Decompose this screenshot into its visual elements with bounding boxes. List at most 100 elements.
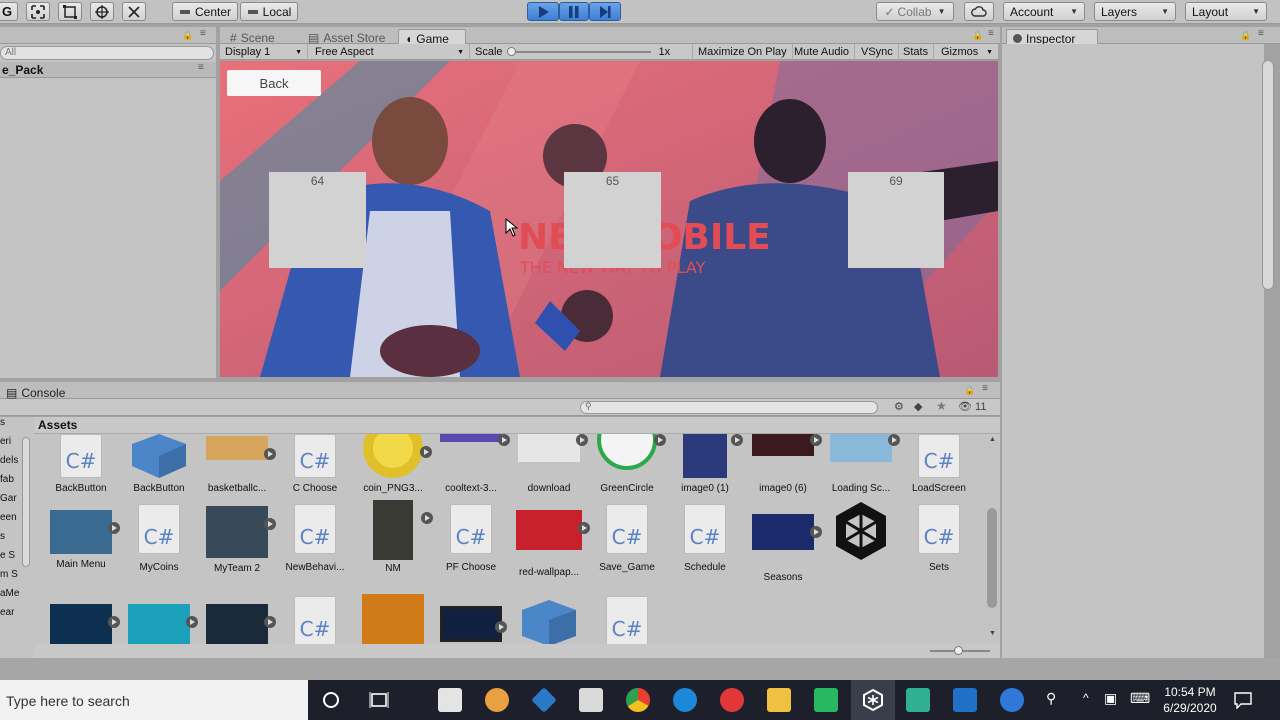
- asset-basketball-court[interactable]: basketballc...: [198, 434, 276, 494]
- folder-tree-item[interactable]: e S: [0, 550, 15, 561]
- teal-app-icon[interactable]: [906, 688, 930, 712]
- panel-menu-icon[interactable]: ≡: [988, 28, 994, 39]
- aspect-dropdown[interactable]: Free Aspect ▼: [310, 44, 470, 60]
- notes-app-icon[interactable]: [438, 688, 462, 712]
- transform-tool-icon[interactable]: [90, 2, 114, 21]
- team-panel-69[interactable]: 69: [848, 172, 944, 268]
- hierarchy-scene-row[interactable]: e_Pack ≡: [0, 62, 216, 78]
- icon-size-slider[interactable]: [930, 646, 990, 655]
- panel-menu-icon[interactable]: ≡: [982, 383, 988, 394]
- panel-menu-icon[interactable]: ≡: [1258, 28, 1264, 39]
- clock[interactable]: 10:54 PM 6/29/2020: [1152, 684, 1228, 716]
- asset-schedule[interactable]: C# Schedule: [666, 504, 744, 573]
- file-explorer-icon[interactable]: [767, 688, 791, 712]
- asset-coin-png[interactable]: coin_PNG3...: [354, 434, 432, 494]
- folder-tree-item[interactable]: aMe: [0, 588, 19, 599]
- inspector-scrollbar[interactable]: [1262, 60, 1274, 290]
- asset-seasons[interactable]: Seasons: [744, 514, 822, 583]
- vsync-toggle[interactable]: VSync: [856, 44, 899, 60]
- keyboard-icon[interactable]: ⌨: [1130, 690, 1150, 707]
- folder-tree-item[interactable]: eri: [0, 436, 11, 447]
- assets-scrollbar-thumb[interactable]: [987, 508, 997, 608]
- asset-c-choose[interactable]: C# C Choose: [276, 434, 354, 494]
- hierarchy-search-input[interactable]: All: [0, 46, 214, 60]
- rect-tool-icon[interactable]: [58, 2, 82, 21]
- folder-tree-item[interactable]: s: [0, 417, 5, 428]
- pause-button[interactable]: [559, 2, 589, 21]
- asset-image0-6[interactable]: image0 (6): [744, 434, 822, 494]
- asset-row3-image-2[interactable]: [120, 604, 198, 644]
- folder-tree-item[interactable]: een: [0, 512, 17, 523]
- task-view-icon[interactable]: [369, 691, 389, 709]
- view-tool-icon[interactable]: G: [0, 2, 18, 21]
- back-button[interactable]: Back: [227, 70, 321, 96]
- filter-type-icon[interactable]: ⚙: [894, 400, 904, 413]
- asset-save-game[interactable]: C# Save_Game: [588, 504, 666, 573]
- asset-backbutton-script[interactable]: C# BackButton: [42, 434, 120, 494]
- pivot-local-button[interactable]: Local: [240, 2, 298, 21]
- pivot-center-button[interactable]: Center: [172, 2, 238, 21]
- game-view[interactable]: NBA MOBILE THE NEW WAY TO PLAY Back 64 6…: [220, 61, 998, 377]
- account-dropdown[interactable]: Account ▼: [1003, 2, 1085, 21]
- stats-toggle[interactable]: Stats: [898, 44, 935, 60]
- cloud-button[interactable]: [964, 2, 994, 21]
- unity-taskbar-active[interactable]: [851, 680, 895, 720]
- asset-sets-script[interactable]: C# Sets: [900, 504, 978, 573]
- icon-size-slider-thumb[interactable]: [954, 646, 963, 655]
- asset-loading-screen[interactable]: Loading Sc...: [822, 434, 900, 494]
- favorite-star-icon[interactable]: ★: [936, 399, 947, 413]
- panel-menu-icon[interactable]: ≡: [200, 28, 206, 39]
- asset-image0-1[interactable]: image0 (1): [666, 434, 744, 494]
- team-panel-65[interactable]: 65: [564, 172, 661, 268]
- step-button[interactable]: [589, 2, 621, 21]
- folder-tree-item[interactable]: ear: [0, 607, 14, 618]
- asset-loadscreen-script[interactable]: C# LoadScreen: [900, 434, 978, 494]
- folder-tree-item[interactable]: dels: [0, 455, 18, 466]
- asset-row3-image-4[interactable]: [354, 594, 432, 644]
- scale-slider-thumb[interactable]: [506, 47, 516, 56]
- asset-greencircle[interactable]: GreenCircle: [588, 434, 666, 494]
- lock-icon[interactable]: 🔒: [972, 30, 983, 41]
- 3d-viewer-icon[interactable]: [531, 687, 557, 713]
- team-panel-64[interactable]: 64: [269, 172, 366, 268]
- scroll-down-icon[interactable]: ▼: [989, 630, 996, 637]
- scroll-up-icon[interactable]: ▲: [989, 436, 996, 443]
- scale-slider[interactable]: [506, 47, 651, 56]
- people-icon[interactable]: ⚲: [1046, 690, 1056, 707]
- asset-myteam-2[interactable]: MyTeam 2: [198, 506, 276, 574]
- scene-menu-icon[interactable]: ≡: [198, 62, 204, 73]
- asset-row3-script-2[interactable]: C#: [588, 596, 666, 644]
- filter-label-icon[interactable]: ◆: [914, 400, 922, 413]
- lock-icon[interactable]: 🔒: [1240, 30, 1251, 41]
- document-app-icon[interactable]: [579, 688, 603, 712]
- asset-red-wallpaper[interactable]: red-wallpap...: [510, 510, 590, 578]
- cortana-icon[interactable]: [322, 691, 340, 709]
- red-app-icon[interactable]: [720, 688, 744, 712]
- layers-dropdown[interactable]: Layers ▼: [1094, 2, 1176, 21]
- asset-cooltext[interactable]: cooltext-3...: [432, 434, 510, 494]
- maximize-on-play-toggle[interactable]: Maximize On Play: [692, 44, 793, 60]
- asset-mycoins[interactable]: C# MyCoins: [120, 504, 198, 573]
- asset-row3-prefab[interactable]: [510, 600, 588, 644]
- display-dropdown[interactable]: Display 1 ▼: [220, 44, 308, 60]
- help-icon[interactable]: [1000, 688, 1024, 712]
- asset-sets-scene[interactable]: Sets: [822, 502, 900, 560]
- folder-tree-item[interactable]: s: [0, 531, 5, 542]
- folder-tree-item[interactable]: Gar: [0, 493, 17, 504]
- chrome-icon[interactable]: [626, 688, 650, 712]
- folder-tree-scrollbar[interactable]: [22, 437, 30, 567]
- show-hidden-icons[interactable]: ^: [1083, 691, 1089, 705]
- asset-row3-script-1[interactable]: C#: [276, 596, 354, 644]
- green-app-icon[interactable]: [814, 688, 838, 712]
- play-button[interactable]: [527, 2, 559, 21]
- taskbar-search-input[interactable]: Type here to search: [0, 680, 308, 720]
- hidden-count-badge[interactable]: 👁 11: [958, 400, 986, 413]
- asset-download[interactable]: download: [510, 434, 588, 494]
- lock-icon[interactable]: 🔒: [182, 30, 193, 41]
- layout-dropdown[interactable]: Layout ▼: [1185, 2, 1267, 21]
- asset-main-menu[interactable]: Main Menu: [42, 510, 120, 570]
- project-search-input[interactable]: ⚲: [580, 401, 878, 414]
- asset-nm[interactable]: NM: [354, 500, 433, 574]
- asset-newbehaviour[interactable]: C# NewBehavi...: [276, 504, 354, 573]
- folder-tree-item[interactable]: fab: [0, 474, 14, 485]
